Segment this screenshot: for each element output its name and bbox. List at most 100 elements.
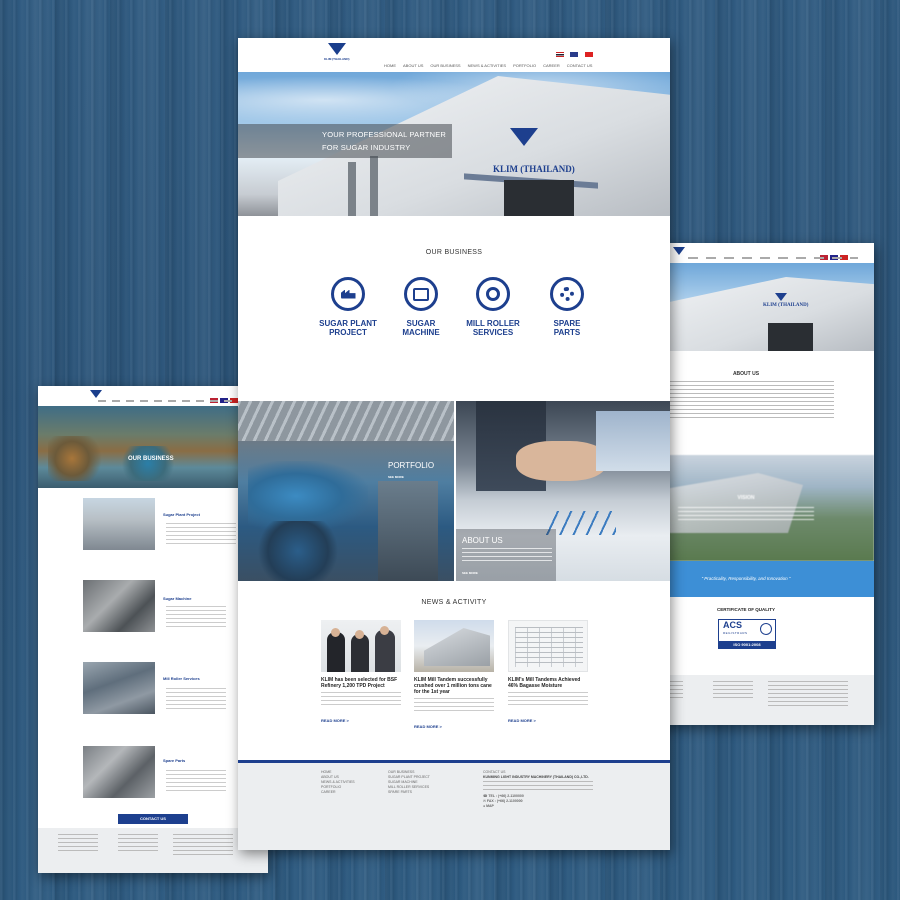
- left-footer: [38, 828, 268, 873]
- logo[interactable]: [673, 247, 685, 255]
- biz-label-1: SUGAR: [406, 319, 436, 328]
- building-sign: KLIM (THAILAND): [763, 303, 809, 308]
- nav-news-activities[interactable]: NEWS & ACTIVITIES: [468, 63, 506, 68]
- row-image: [83, 746, 155, 798]
- nav-home[interactable]: HOME: [384, 63, 396, 68]
- certified-check-icon: [760, 623, 772, 635]
- nav-career[interactable]: CAREER: [543, 63, 560, 68]
- row-title[interactable]: Spare Parts: [163, 758, 185, 763]
- uk-flag-icon[interactable]: [570, 52, 579, 57]
- contact-us-button[interactable]: CONTACT US: [118, 814, 188, 824]
- about-title: ABOUT US: [462, 536, 503, 545]
- logo-mark-icon: [327, 43, 346, 55]
- business-item-sugar-machine[interactable]: SUGAR MACHINE: [391, 277, 451, 337]
- row-image: [83, 662, 155, 714]
- thai-flag-icon[interactable]: [556, 52, 564, 57]
- footer-col-business: OUR BUSINESS SUGAR PLANT PROJECT SUGAR M…: [388, 770, 430, 795]
- biz-label-1: MILL ROLLER: [466, 319, 520, 328]
- left-nav[interactable]: [98, 400, 248, 402]
- factory-icon: [331, 277, 365, 311]
- portfolio-title: PORTFOLIO: [388, 461, 435, 470]
- nav-about-us[interactable]: ABOUT US: [403, 63, 423, 68]
- news-title[interactable]: KLIM Mill Tandem successfully crushed ov…: [414, 677, 494, 695]
- nav-portfolio[interactable]: PORTFOLIO: [513, 63, 536, 68]
- news-card[interactable]: KLIM Mill Tandem successfully crushed ov…: [414, 620, 494, 729]
- china-flag-icon[interactable]: [584, 52, 593, 57]
- row-title[interactable]: Sugar Plant Project: [163, 512, 200, 517]
- business-item-spare-parts[interactable]: SPARE PARTS: [537, 277, 597, 337]
- certificate-badge: ACS REGISTRARS ISO 9001:2008: [718, 619, 776, 649]
- news-heading: NEWS & ACTIVITY: [421, 599, 487, 606]
- footer-col-contact: CONTACT US KUNMING LIGHT INDUSTRY MACHIN…: [483, 770, 613, 809]
- row-list: [166, 770, 226, 792]
- news-excerpt: [321, 692, 401, 708]
- row-list: [166, 688, 226, 710]
- left-page: OUR BUSINESS Sugar Plant Project Sugar M…: [38, 386, 268, 873]
- left-hero: OUR BUSINESS: [38, 406, 268, 488]
- row-image: [83, 498, 155, 550]
- machine-icon: [404, 277, 438, 311]
- left-hero-title: OUR BUSINESS: [128, 456, 174, 462]
- row-list: [166, 523, 236, 545]
- company-name: KUNMING LIGHT INDUSTRY MACHINERY (THAILA…: [483, 775, 589, 779]
- fax-text: FAX : (+66) 2-1100000: [486, 799, 523, 803]
- about-text: [658, 381, 834, 421]
- biz-label-2: MACHINE: [402, 328, 440, 337]
- tel-text: TEL : (+66) 2-1100000: [488, 794, 524, 798]
- about-see-more[interactable]: SEE MORE: [462, 571, 478, 575]
- logo-text: KLIM (THAILAND): [324, 57, 350, 61]
- business-heading: OUR BUSINESS: [425, 249, 483, 256]
- business-item-mill-roller[interactable]: MILL ROLLER SERVICES: [463, 277, 523, 337]
- biz-label-1: SUGAR PLANT: [319, 319, 377, 328]
- company-logo-on-building-icon: [510, 128, 538, 146]
- news-image: [414, 620, 494, 672]
- news-title[interactable]: KLIM's Mill Tandems Achieved 46% Bagasse…: [508, 677, 588, 689]
- portfolio-see-more[interactable]: SEE MORE: [388, 475, 404, 479]
- read-more-link[interactable]: READ MORE >: [414, 724, 494, 729]
- news-card[interactable]: KLIM's Mill Tandems Achieved 46% Bagasse…: [508, 620, 588, 723]
- news-excerpt: [508, 692, 588, 708]
- hero-line-2: FOR SUGAR INDUSTRY: [322, 143, 411, 152]
- logo[interactable]: KLIM (THAILAND): [324, 43, 350, 61]
- portfolio-tile[interactable]: PORTFOLIO SEE MORE: [238, 401, 454, 581]
- news-title[interactable]: KLIM has been selected for BSF Refinery …: [321, 677, 401, 689]
- read-more-link[interactable]: READ MORE >: [321, 718, 401, 723]
- biz-label-2: PARTS: [553, 328, 581, 337]
- footer-map[interactable]: ● MAP: [483, 804, 613, 809]
- roller-icon: [476, 277, 510, 311]
- left-header: [38, 386, 268, 406]
- row-list: [166, 606, 226, 628]
- hero-banner: KLIM (THAILAND) YOUR PROFESSIONAL PARTNE…: [238, 72, 670, 216]
- about-tile[interactable]: ABOUT US SEE MORE: [456, 401, 670, 581]
- row-image: [83, 580, 155, 632]
- news-card[interactable]: KLIM has been selected for BSF Refinery …: [321, 620, 401, 723]
- hero-caption: YOUR PROFESSIONAL PARTNER FOR SUGAR INDU…: [238, 124, 452, 158]
- map-text: MAP: [486, 804, 494, 808]
- news-image: [508, 620, 588, 672]
- news-image: [321, 620, 401, 672]
- main-nav: HOME ABOUT US OUR BUSINESS NEWS & ACTIVI…: [384, 63, 592, 68]
- hero-line-1: YOUR PROFESSIONAL PARTNER: [322, 130, 447, 139]
- row-title[interactable]: Sugar Machine: [163, 596, 191, 601]
- nav-our-business[interactable]: OUR BUSINESS: [430, 63, 460, 68]
- main-footer: HOME ABOUT US NEWS & ACTIVITIES PORTFOLI…: [238, 760, 670, 850]
- row-title[interactable]: Mill Roller Services: [163, 676, 200, 681]
- main-page: KLIM (THAILAND) HOME ABOUT US OUR BUSINE…: [238, 38, 670, 850]
- read-more-link[interactable]: READ MORE >: [508, 718, 588, 723]
- biz-label-2: SERVICES: [472, 328, 514, 337]
- building-sign: KLIM (THAILAND): [493, 164, 575, 174]
- biz-label-2: PROJECT: [329, 328, 367, 337]
- footer-link[interactable]: SPARE PARTS: [388, 790, 430, 795]
- language-flags[interactable]: [554, 44, 593, 62]
- about-excerpt: [462, 548, 552, 562]
- right-nav[interactable]: [688, 257, 858, 259]
- news-excerpt: [414, 698, 494, 714]
- gear-icon: [550, 277, 584, 311]
- logo[interactable]: [90, 390, 102, 398]
- footer-link[interactable]: CAREER: [321, 790, 355, 795]
- business-item-sugar-plant[interactable]: SUGAR PLANT PROJECT: [318, 277, 378, 337]
- cert-iso: ISO 9001:2008: [719, 641, 775, 648]
- footer-col-links: HOME ABOUT US NEWS & ACTIVITIES PORTFOLI…: [321, 770, 355, 795]
- main-header: KLIM (THAILAND) HOME ABOUT US OUR BUSINE…: [238, 38, 670, 72]
- nav-contact-us[interactable]: CONTACT US: [567, 63, 593, 68]
